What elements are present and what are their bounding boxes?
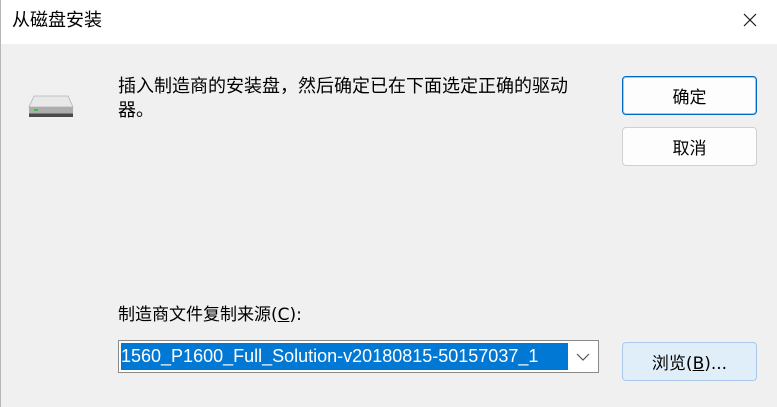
- browse-button-suffix: )...: [704, 354, 728, 374]
- browse-button-text: 浏览(: [651, 354, 693, 374]
- source-label-text: 制造商文件复制来源(: [118, 305, 278, 325]
- instructions-text: 插入制造商的安装盘，然后确定已在下面选定正确的驱动器。: [118, 76, 568, 121]
- window-title: 从磁盘安装: [12, 10, 102, 31]
- source-label-access-key: C: [277, 305, 290, 325]
- source-label: 制造商文件复制来源(C):: [118, 303, 302, 327]
- cancel-button-label: 取消: [672, 139, 707, 159]
- source-path-input[interactable]: 1560_P1600_Full_Solution-v20180815-50157…: [121, 343, 568, 370]
- source-path-dropdown-button[interactable]: [568, 341, 598, 372]
- title-bar: 从磁盘安装: [1, 0, 777, 44]
- source-path-combobox[interactable]: 1560_P1600_Full_Solution-v20180815-50157…: [118, 340, 599, 373]
- ok-button[interactable]: 确定: [622, 76, 757, 115]
- install-from-disk-dialog: 从磁盘安装 插入制造商的安装盘，然后确定已在下面选定正确的驱动器。 确定 取消 …: [0, 0, 777, 407]
- browse-button-access-key: B: [692, 354, 705, 374]
- close-button[interactable]: [734, 5, 766, 35]
- ok-button-label: 确定: [672, 88, 707, 108]
- chevron-down-icon: [576, 353, 590, 361]
- browse-button-label: 浏览(B)...: [652, 349, 727, 374]
- browse-button[interactable]: 浏览(B)...: [622, 342, 757, 381]
- close-icon: [743, 13, 757, 27]
- source-label-suffix: ):: [289, 305, 302, 325]
- disk-drive-icon: [28, 95, 74, 117]
- cancel-button[interactable]: 取消: [622, 127, 757, 166]
